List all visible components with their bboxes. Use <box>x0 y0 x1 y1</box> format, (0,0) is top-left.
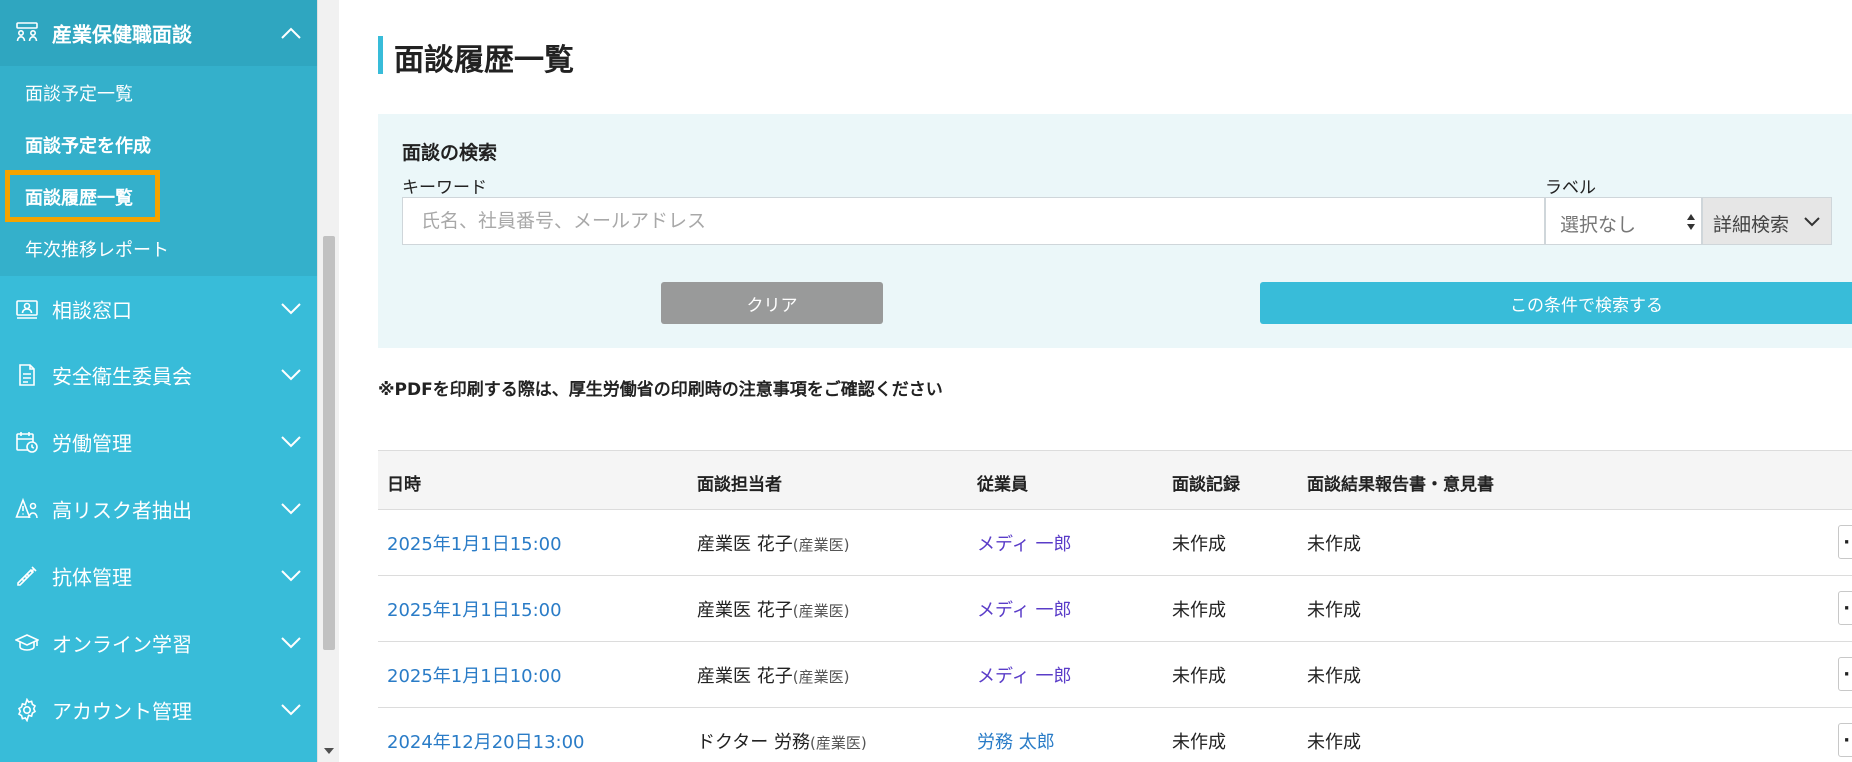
staff-cell: 産業医 花子(産業医) <box>697 662 849 688</box>
staff-role: (産業医) <box>792 668 850 686</box>
advanced-search-button[interactable]: 詳細検索 <box>1702 197 1832 245</box>
sidebar-section-label: 産業保健職面談 <box>52 22 192 47</box>
sidebar-scrollbar[interactable] <box>317 0 339 762</box>
search-submit-button[interactable]: この条件で検索する <box>1260 282 1852 324</box>
row-more-button[interactable]: ··· <box>1838 591 1852 625</box>
sidebar-subitem-create-schedule[interactable]: 面談予定を作成 <box>25 132 151 158</box>
interview-datetime-link[interactable]: 2024年12月20日13:00 <box>387 728 585 754</box>
record-status: 未作成 <box>1172 666 1226 687</box>
staff-name: 産業医 花子 <box>697 666 793 687</box>
staff-name: 産業医 花子 <box>697 534 793 555</box>
sidebar: 産業保健職面談 面談予定一覧 面談予定を作成 面談履歴一覧 年次推移レポート 相… <box>0 0 317 762</box>
column-header-report: 面談結果報告書・意見書 <box>1307 475 1494 495</box>
staff-cell: ドクター 労務(産業医) <box>697 728 867 754</box>
record-status: 未作成 <box>1172 600 1226 621</box>
table-row: 2025年1月1日10:00 産業医 花子(産業医) メディ 一郎 未作成 未作… <box>378 642 1852 708</box>
consultation-icon <box>15 297 39 321</box>
sidebar-section-label: アカウント管理 <box>52 699 192 724</box>
interview-datetime-link[interactable]: 2025年1月1日15:00 <box>387 530 562 556</box>
scroll-down-arrow-icon[interactable] <box>324 748 334 754</box>
table-row: 2025年1月1日15:00 産業医 花子(産業医) メディ 一郎 未作成 未作… <box>378 510 1852 576</box>
sidebar-item-consultation[interactable]: 相談窓口 <box>0 276 317 342</box>
staff-role: (産業医) <box>792 602 850 620</box>
report-status: 未作成 <box>1307 534 1361 555</box>
active-item-highlight <box>5 170 160 222</box>
label-select[interactable]: 選択なし <box>1545 197 1702 245</box>
graduation-cap-icon <box>15 631 39 655</box>
employee-link[interactable]: メディ 一郎 <box>977 530 1071 556</box>
keyword-label: キーワード <box>402 178 487 198</box>
sidebar-item-online-learning[interactable]: オンライン学習 <box>0 610 317 676</box>
sidebar-subitem-annual-report[interactable]: 年次推移レポート <box>25 236 169 262</box>
staff-name: ドクター 労務 <box>697 732 811 753</box>
sidebar-section-label: 抗体管理 <box>52 565 132 590</box>
interview-people-icon <box>15 21 39 45</box>
staff-name: 産業医 花子 <box>697 600 793 621</box>
table-header: 日時 面談担当者 従業員 面談記録 面談結果報告書・意見書 <box>378 450 1852 510</box>
advanced-search-label: 詳細検索 <box>1713 214 1790 236</box>
document-icon <box>15 363 39 387</box>
select-arrows-icon <box>1687 214 1695 230</box>
title-accent-bar <box>378 36 383 74</box>
record-status: 未作成 <box>1172 534 1226 555</box>
employee-link[interactable]: メディ 一郎 <box>977 662 1071 688</box>
label-select-value: 選択なし <box>1560 214 1637 236</box>
interview-datetime-link[interactable]: 2025年1月1日15:00 <box>387 596 562 622</box>
sidebar-item-antibody-management[interactable]: 抗体管理 <box>0 543 317 609</box>
page-title: 面談履歴一覧 <box>394 43 574 78</box>
report-status: 未作成 <box>1307 732 1361 753</box>
interview-datetime-link[interactable]: 2025年1月1日10:00 <box>387 662 562 688</box>
row-more-button[interactable]: ··· <box>1838 657 1852 691</box>
employee-link[interactable]: メディ 一郎 <box>977 596 1071 622</box>
chevron-down-icon <box>1804 217 1820 227</box>
sidebar-item-industrial-health-interview[interactable]: 産業保健職面談 <box>0 0 317 66</box>
report-status: 未作成 <box>1307 600 1361 621</box>
chevron-down-icon[interactable] <box>280 502 302 516</box>
sidebar-section-label: 相談窓口 <box>52 298 132 323</box>
sidebar-section-label: 労働管理 <box>52 431 132 456</box>
sidebar-section-label: 安全衛生委員会 <box>52 364 192 389</box>
gear-icon <box>15 698 39 722</box>
sidebar-subitem-interview-schedule[interactable]: 面談予定一覧 <box>25 80 133 106</box>
table-row: 2024年12月20日13:00 ドクター 労務(産業医) 労務 太郎 未作成 … <box>378 708 1852 762</box>
table-row: 2025年1月1日15:00 産業医 花子(産業医) メディ 一郎 未作成 未作… <box>378 576 1852 642</box>
keyword-search-input[interactable] <box>402 197 1545 245</box>
chevron-down-icon[interactable] <box>280 703 302 717</box>
clear-button[interactable]: クリア <box>661 282 883 324</box>
sidebar-item-safety-committee[interactable]: 安全衛生委員会 <box>0 342 317 408</box>
row-more-button[interactable]: ··· <box>1838 525 1852 559</box>
column-header-staff: 面談担当者 <box>697 475 782 495</box>
search-heading: 面談の検索 <box>402 142 498 164</box>
staff-cell: 産業医 花子(産業医) <box>697 596 849 622</box>
chevron-down-icon[interactable] <box>280 435 302 449</box>
scrollbar-thumb[interactable] <box>323 236 335 650</box>
staff-role: (産業医) <box>792 536 850 554</box>
syringe-icon <box>15 564 39 588</box>
sidebar-item-labor-management[interactable]: 労働管理 <box>0 409 317 475</box>
employee-link[interactable]: 労務 太郎 <box>977 728 1055 754</box>
sidebar-section-label: オンライン学習 <box>52 632 192 657</box>
report-status: 未作成 <box>1307 666 1361 687</box>
main-content: 面談履歴一覧 面談の検索 キーワード ラベル 選択なし 詳細検索 クリア この条… <box>339 0 1852 762</box>
sidebar-item-high-risk-extraction[interactable]: 高リスク者抽出 <box>0 476 317 542</box>
chevron-down-icon[interactable] <box>280 569 302 583</box>
pdf-print-notice: ※PDFを印刷する際は、厚生労働省の印刷時の注意事項をご確認ください <box>378 380 943 400</box>
search-panel: 面談の検索 キーワード ラベル 選択なし 詳細検索 クリア この条件で検索する <box>378 114 1852 348</box>
chevron-up-icon[interactable] <box>280 26 302 40</box>
staff-role: (産業医) <box>810 734 867 752</box>
row-more-button[interactable]: ··· <box>1838 723 1852 757</box>
sidebar-section-label: 高リスク者抽出 <box>52 498 192 523</box>
calendar-clock-icon <box>15 430 39 454</box>
column-header-datetime: 日時 <box>387 475 421 495</box>
staff-cell: 産業医 花子(産業医) <box>697 530 849 556</box>
sidebar-item-account-management[interactable]: アカウント管理 <box>0 677 317 743</box>
column-header-employee: 従業員 <box>977 475 1028 495</box>
chevron-down-icon[interactable] <box>280 636 302 650</box>
label-filter-label: ラベル <box>1545 178 1596 198</box>
record-status: 未作成 <box>1172 732 1226 753</box>
chevron-down-icon[interactable] <box>280 368 302 382</box>
chevron-down-icon[interactable] <box>280 302 302 316</box>
column-header-record: 面談記録 <box>1172 475 1240 495</box>
risk-person-icon <box>15 497 39 521</box>
